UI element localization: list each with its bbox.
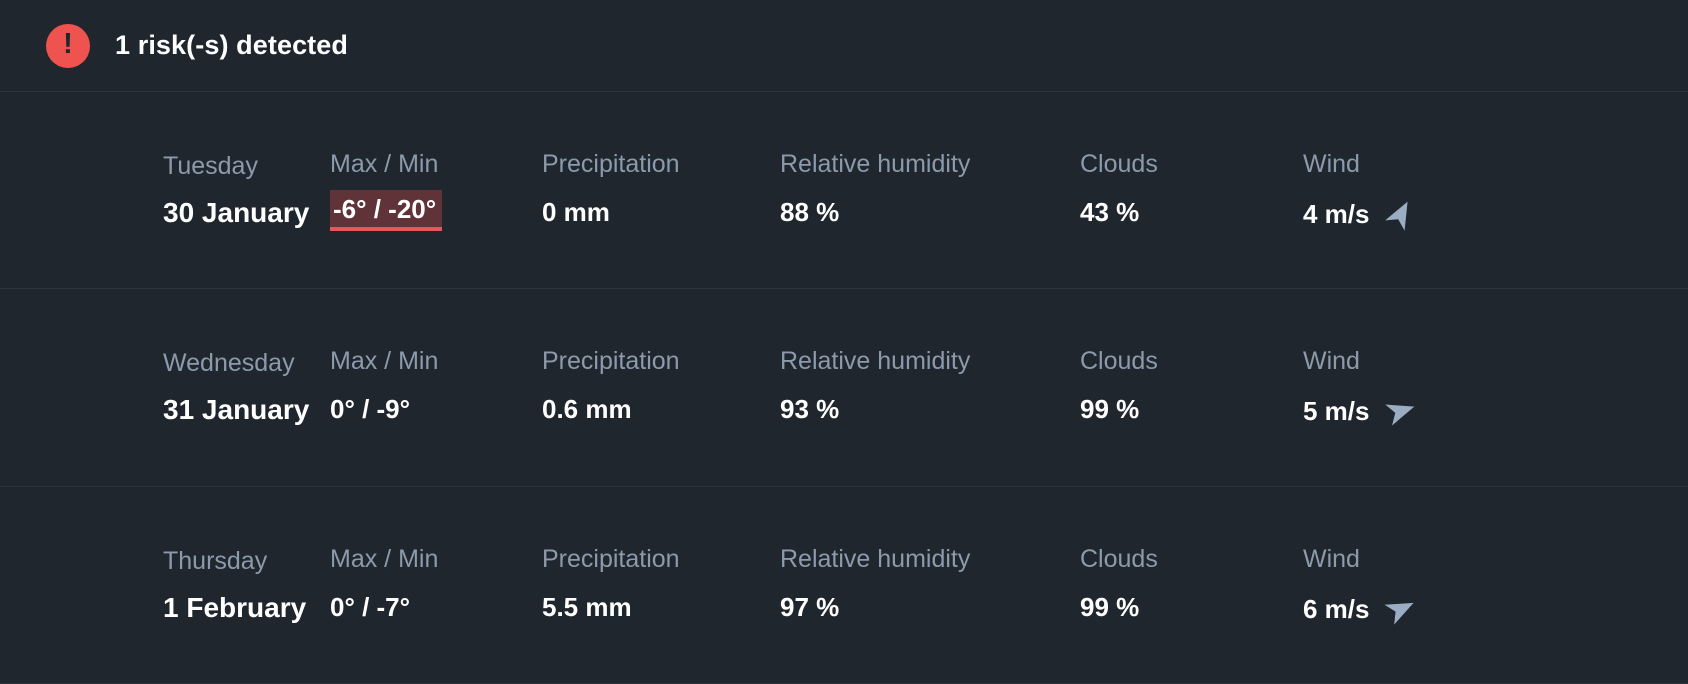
metric-label: Wind — [1303, 544, 1360, 573]
metric-value-wind: 4 m/s — [1303, 199, 1370, 230]
metric-value-wind: 5 m/s — [1303, 396, 1370, 427]
metric-clouds: Clouds 99 % — [1080, 544, 1303, 622]
alert-exclamation-icon: ! — [46, 23, 90, 68]
metric-wind: Wind 4 m/s — [1303, 149, 1503, 231]
metric-value-precipitation: 0 mm — [542, 197, 610, 228]
metric-humidity: Relative humidity 97 % — [780, 544, 1080, 622]
metric-humidity: Relative humidity 88 % — [780, 149, 1080, 227]
metric-label: Wind — [1303, 347, 1360, 376]
metric-label: Precipitation — [542, 347, 680, 376]
metric-label: Relative humidity — [780, 544, 971, 573]
metric-max-min: Max / Min 0° / -9° — [330, 346, 542, 424]
metric-value-humidity: 88 % — [780, 197, 840, 228]
risk-alert-banner: ! 1 risk(-s) detected — [0, 0, 1688, 92]
metric-label: Relative humidity — [780, 150, 971, 179]
metric-label: Max / Min — [330, 347, 439, 376]
metrics-group: Max / Min 0° / -7° Precipitation 5.5 mm … — [330, 544, 1688, 626]
metrics-group: Max / Min -6° / -20° Precipitation 0 mm … — [330, 149, 1688, 232]
risk-alert-text: 1 risk(-s) detected — [115, 30, 348, 60]
metric-value-humidity: 97 % — [780, 591, 840, 622]
metric-label: Wind — [1303, 150, 1360, 179]
metric-max-min: Max / Min 0° / -7° — [330, 544, 542, 622]
date-cell: Tuesday 30 January — [0, 151, 330, 229]
table-row[interactable]: Thursday 1 February Max / Min 0° / -7° P… — [0, 487, 1688, 684]
forecast-row-list: Tuesday 30 January Max / Min -6° / -20° … — [0, 92, 1688, 684]
weekday-label: Tuesday — [163, 152, 258, 181]
metric-value-wind: 6 m/s — [1303, 593, 1370, 624]
metric-value-wind-row: 6 m/s — [1303, 592, 1503, 626]
weather-forecast-panel: ! 1 risk(-s) detected Tuesday 30 January… — [0, 0, 1688, 684]
table-row[interactable]: Tuesday 30 January Max / Min -6° / -20° … — [0, 92, 1688, 290]
metric-clouds: Clouds 99 % — [1080, 346, 1303, 424]
metric-label: Max / Min — [330, 150, 439, 179]
metric-max-min: Max / Min -6° / -20° — [330, 149, 542, 232]
wind-direction-arrow-icon — [1384, 405, 1414, 426]
wind-direction-arrow-icon — [1384, 201, 1408, 231]
metric-value-humidity: 93 % — [780, 394, 840, 425]
metric-precipitation: Precipitation 5.5 mm — [542, 544, 780, 622]
metric-label: Relative humidity — [780, 347, 971, 376]
metric-value-wind-row: 4 m/s — [1303, 197, 1503, 231]
exclamation-glyph: ! — [63, 28, 73, 60]
metric-value-clouds: 43 % — [1080, 197, 1140, 228]
metric-clouds: Clouds 43 % — [1080, 149, 1303, 227]
metric-wind: Wind 5 m/s — [1303, 346, 1503, 428]
wind-direction-arrow-icon — [1383, 602, 1414, 625]
weekday-label: Wednesday — [163, 349, 295, 378]
metric-precipitation: Precipitation 0 mm — [542, 149, 780, 227]
date-label: 31 January — [163, 394, 310, 426]
date-cell: Thursday 1 February — [0, 546, 330, 624]
date-label: 1 February — [163, 591, 307, 623]
table-row[interactable]: Wednesday 31 January Max / Min 0° / -9° … — [0, 289, 1688, 487]
metric-value-precipitation: 0.6 mm — [542, 394, 632, 425]
metric-value-wind-row: 5 m/s — [1303, 394, 1503, 428]
metric-wind: Wind 6 m/s — [1303, 544, 1503, 626]
weekday-label: Thursday — [163, 546, 268, 575]
metric-value-max-min: 0° / -9° — [330, 394, 411, 425]
metric-label: Precipitation — [542, 150, 680, 179]
date-label: 30 January — [163, 197, 310, 229]
metric-humidity: Relative humidity 93 % — [780, 346, 1080, 424]
metric-label: Max / Min — [330, 544, 439, 573]
metric-value-clouds: 99 % — [1080, 394, 1140, 425]
metric-value-precipitation: 5.5 mm — [542, 591, 632, 622]
metric-value-max-min: 0° / -7° — [330, 591, 411, 622]
metric-value-clouds: 99 % — [1080, 591, 1140, 622]
metric-label: Clouds — [1080, 347, 1158, 376]
date-cell: Wednesday 31 January — [0, 348, 330, 426]
metric-label: Clouds — [1080, 544, 1158, 573]
metric-value-max-min: -6° / -20° — [330, 190, 443, 232]
metric-precipitation: Precipitation 0.6 mm — [542, 346, 780, 424]
metrics-group: Max / Min 0° / -9° Precipitation 0.6 mm … — [330, 346, 1688, 428]
metric-label: Clouds — [1080, 150, 1158, 179]
metric-label: Precipitation — [542, 544, 680, 573]
